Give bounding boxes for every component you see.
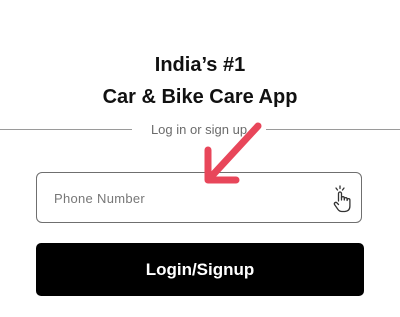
tap-hand-icon: [333, 185, 351, 213]
divider-line-right: [266, 129, 400, 130]
phone-number-input[interactable]: [52, 173, 326, 224]
headline-line-2: Car & Bike Care App: [102, 86, 298, 108]
login-signup-button[interactable]: Login/Signup: [36, 243, 364, 296]
divider-line-left: [0, 129, 132, 130]
headline-line-1: India’s #1: [154, 54, 246, 76]
arrow-pointer-icon: [204, 122, 262, 184]
